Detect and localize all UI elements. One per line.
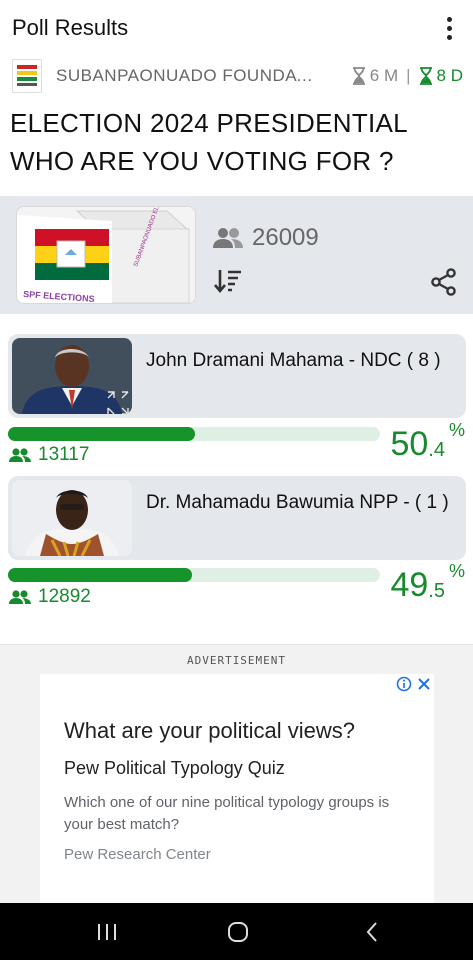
candidate-portrait bbox=[12, 480, 132, 556]
ad-title[interactable]: What are your political views? bbox=[64, 718, 355, 744]
option-card[interactable]: Dr. Mahamadu Bawumia NPP - ( 1 ) bbox=[8, 476, 466, 560]
people-icon bbox=[9, 448, 31, 462]
candidate-portrait bbox=[12, 338, 132, 414]
candidate-photo[interactable] bbox=[12, 338, 132, 414]
vote-bar bbox=[8, 427, 380, 441]
people-icon bbox=[9, 590, 31, 604]
option-card[interactable]: John Dramani Mahama - NDC ( 8 ) bbox=[8, 334, 466, 418]
organizer-name[interactable]: SUBANPAONUADO FOUNDATI... bbox=[56, 66, 318, 86]
ballot-box-illustration: SUBANPAONUADO ELECTIONS SPF ELECTIONS bbox=[17, 207, 195, 303]
poll-timing: 6 M | 8 D bbox=[352, 66, 463, 86]
info-icon[interactable] bbox=[396, 676, 412, 692]
percent-integer: 49 bbox=[390, 566, 429, 604]
option-label: John Dramani Mahama - NDC ( 8 ) bbox=[146, 350, 441, 371]
total-votes: 26009 bbox=[212, 224, 319, 252]
system-navigation-bar bbox=[0, 903, 473, 960]
option-percent: 50 .4 % bbox=[390, 420, 465, 464]
recent-apps-icon[interactable] bbox=[94, 919, 120, 945]
page-title: Poll Results bbox=[12, 15, 129, 40]
total-votes-count: 26009 bbox=[252, 224, 319, 251]
remaining-time: 8 D bbox=[436, 66, 463, 85]
more-vertical-icon[interactable] bbox=[437, 13, 461, 43]
percent-integer: 50 bbox=[390, 425, 429, 463]
hourglass-icon bbox=[419, 67, 432, 85]
poll-image[interactable]: SUBANPAONUADO ELECTIONS SPF ELECTIONS bbox=[16, 206, 196, 304]
home-icon[interactable] bbox=[225, 919, 251, 945]
percent-decimal: .5 bbox=[428, 580, 445, 602]
elapsed-time: 6 M bbox=[369, 66, 399, 85]
back-icon[interactable] bbox=[360, 919, 386, 945]
option-vote-count: 12892 bbox=[8, 586, 91, 608]
percent-decimal: .4 bbox=[428, 439, 445, 461]
vote-count: 12892 bbox=[38, 586, 91, 607]
meta-separator: | bbox=[406, 66, 411, 85]
vote-count: 13117 bbox=[38, 444, 90, 465]
percent-symbol: % bbox=[448, 420, 465, 440]
vote-bar-fill bbox=[8, 568, 192, 582]
app-bar: Poll Results bbox=[0, 0, 473, 56]
hourglass-icon bbox=[352, 67, 365, 85]
option-vote-count: 13117 bbox=[8, 444, 89, 466]
vote-bar bbox=[8, 568, 380, 582]
ad-card[interactable]: What are your political views? Pew Polit… bbox=[40, 674, 434, 903]
ad-choices[interactable] bbox=[396, 676, 432, 692]
people-icon bbox=[213, 228, 243, 248]
organizer-logo[interactable] bbox=[12, 59, 42, 93]
option-label: Dr. Mahamadu Bawumia NPP - ( 1 ) bbox=[146, 492, 449, 513]
poll-stats-band: SUBANPAONUADO ELECTIONS SPF ELECTIONS 26… bbox=[0, 196, 473, 314]
ad-subtitle[interactable]: Pew Political Typology Quiz bbox=[64, 758, 285, 779]
poll-question: ELECTION 2024 PRESIDENTIAL WHO ARE YOU V… bbox=[10, 108, 407, 176]
sort-descending-icon[interactable] bbox=[213, 268, 243, 294]
candidate-photo[interactable] bbox=[12, 480, 132, 556]
organizer-row: SUBANPAONUADO FOUNDATI... 6 M | 8 D bbox=[0, 56, 473, 96]
ad-label: ADVERTISEMENT bbox=[186, 654, 287, 667]
ad-source[interactable]: Pew Research Center bbox=[64, 846, 211, 863]
percent-symbol: % bbox=[448, 561, 465, 581]
ad-description: Which one of our nine political typology… bbox=[64, 794, 390, 833]
option-percent: 49 .5 % bbox=[390, 561, 465, 605]
share-icon[interactable] bbox=[430, 268, 458, 296]
vote-bar-fill bbox=[8, 427, 195, 441]
close-icon[interactable] bbox=[416, 676, 432, 692]
